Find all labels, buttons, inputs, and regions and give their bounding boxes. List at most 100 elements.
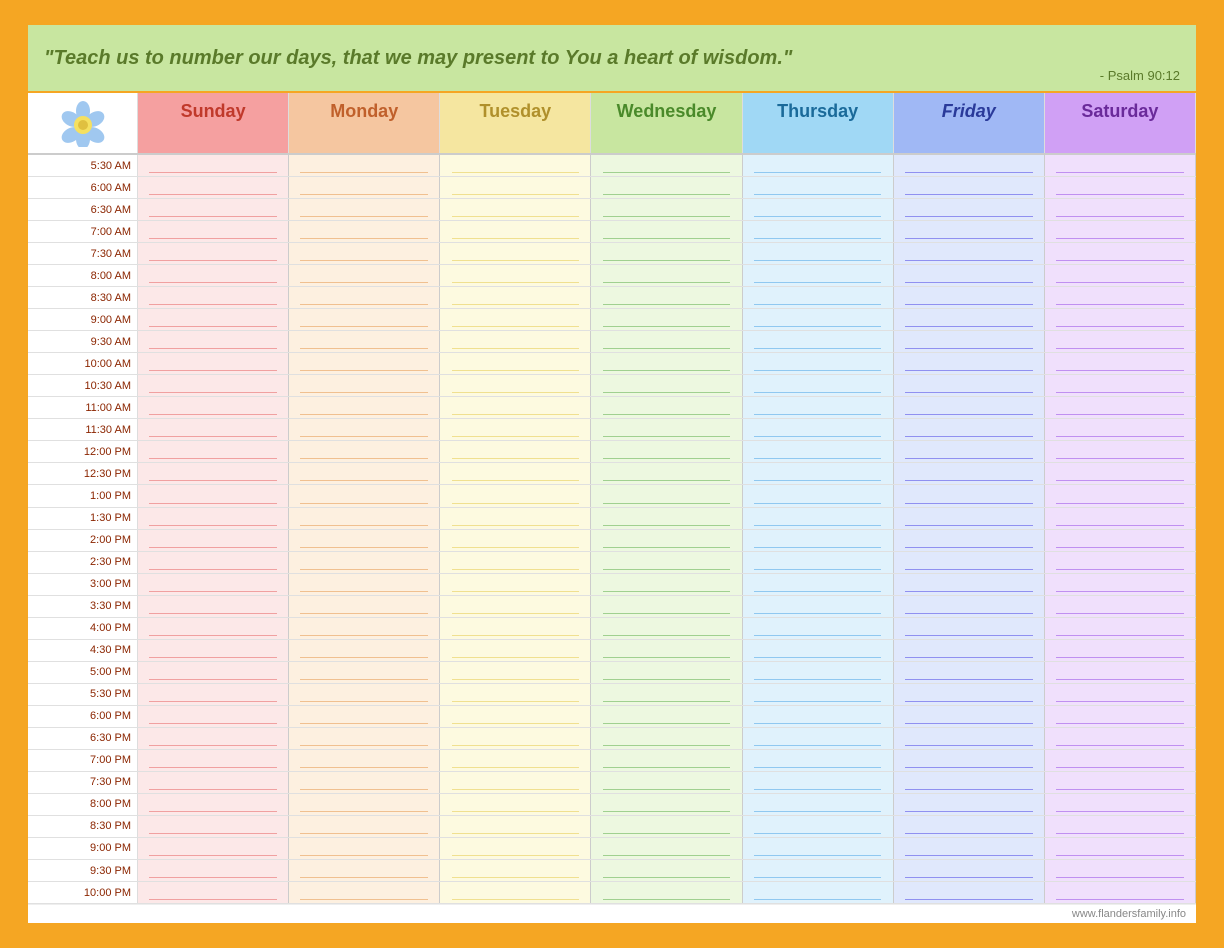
day-cell-saturday[interactable] [1045, 838, 1196, 859]
day-cell-friday[interactable] [894, 882, 1045, 903]
day-cell-wednesday[interactable] [591, 309, 742, 330]
day-cell-monday[interactable] [289, 596, 440, 617]
day-cell-friday[interactable] [894, 684, 1045, 705]
day-cell-friday[interactable] [894, 552, 1045, 573]
day-cell-tuesday[interactable] [440, 574, 591, 595]
day-cell-thursday[interactable] [743, 199, 894, 220]
day-cell-monday[interactable] [289, 485, 440, 506]
day-cell-saturday[interactable] [1045, 662, 1196, 683]
day-cell-tuesday[interactable] [440, 309, 591, 330]
day-cell-monday[interactable] [289, 838, 440, 859]
day-cell-saturday[interactable] [1045, 265, 1196, 286]
day-cell-wednesday[interactable] [591, 728, 742, 749]
day-cell-thursday[interactable] [743, 419, 894, 440]
day-cell-wednesday[interactable] [591, 662, 742, 683]
day-cell-tuesday[interactable] [440, 882, 591, 903]
day-cell-friday[interactable] [894, 309, 1045, 330]
day-cell-tuesday[interactable] [440, 552, 591, 573]
day-cell-monday[interactable] [289, 750, 440, 771]
day-cell-sunday[interactable] [138, 353, 289, 374]
day-cell-saturday[interactable] [1045, 618, 1196, 639]
day-cell-saturday[interactable] [1045, 199, 1196, 220]
day-cell-sunday[interactable] [138, 441, 289, 462]
day-cell-sunday[interactable] [138, 838, 289, 859]
day-cell-tuesday[interactable] [440, 419, 591, 440]
day-cell-monday[interactable] [289, 816, 440, 837]
day-cell-monday[interactable] [289, 574, 440, 595]
day-cell-friday[interactable] [894, 508, 1045, 529]
day-cell-friday[interactable] [894, 596, 1045, 617]
day-cell-monday[interactable] [289, 552, 440, 573]
day-cell-sunday[interactable] [138, 485, 289, 506]
day-cell-friday[interactable] [894, 662, 1045, 683]
day-cell-wednesday[interactable] [591, 375, 742, 396]
day-cell-monday[interactable] [289, 860, 440, 881]
day-cell-monday[interactable] [289, 243, 440, 264]
day-cell-wednesday[interactable] [591, 552, 742, 573]
day-cell-wednesday[interactable] [591, 287, 742, 308]
day-cell-friday[interactable] [894, 750, 1045, 771]
day-cell-wednesday[interactable] [591, 640, 742, 661]
day-cell-friday[interactable] [894, 772, 1045, 793]
day-cell-tuesday[interactable] [440, 463, 591, 484]
day-cell-tuesday[interactable] [440, 375, 591, 396]
day-cell-thursday[interactable] [743, 463, 894, 484]
day-cell-tuesday[interactable] [440, 596, 591, 617]
day-cell-saturday[interactable] [1045, 750, 1196, 771]
day-cell-wednesday[interactable] [591, 441, 742, 462]
day-cell-friday[interactable] [894, 199, 1045, 220]
day-cell-tuesday[interactable] [440, 860, 591, 881]
day-cell-wednesday[interactable] [591, 419, 742, 440]
day-cell-sunday[interactable] [138, 684, 289, 705]
day-cell-friday[interactable] [894, 574, 1045, 595]
day-cell-monday[interactable] [289, 640, 440, 661]
day-cell-saturday[interactable] [1045, 706, 1196, 727]
day-cell-thursday[interactable] [743, 816, 894, 837]
day-cell-friday[interactable] [894, 838, 1045, 859]
day-cell-saturday[interactable] [1045, 640, 1196, 661]
day-cell-tuesday[interactable] [440, 530, 591, 551]
day-cell-tuesday[interactable] [440, 243, 591, 264]
day-cell-saturday[interactable] [1045, 596, 1196, 617]
day-cell-saturday[interactable] [1045, 530, 1196, 551]
day-cell-sunday[interactable] [138, 750, 289, 771]
day-cell-sunday[interactable] [138, 309, 289, 330]
day-cell-monday[interactable] [289, 508, 440, 529]
day-cell-thursday[interactable] [743, 596, 894, 617]
day-cell-friday[interactable] [894, 728, 1045, 749]
day-cell-tuesday[interactable] [440, 441, 591, 462]
day-cell-thursday[interactable] [743, 243, 894, 264]
day-cell-monday[interactable] [289, 728, 440, 749]
day-cell-monday[interactable] [289, 794, 440, 815]
day-cell-thursday[interactable] [743, 530, 894, 551]
day-cell-friday[interactable] [894, 706, 1045, 727]
day-cell-sunday[interactable] [138, 860, 289, 881]
day-cell-monday[interactable] [289, 882, 440, 903]
day-cell-saturday[interactable] [1045, 155, 1196, 176]
day-cell-sunday[interactable] [138, 728, 289, 749]
day-cell-saturday[interactable] [1045, 441, 1196, 462]
day-cell-wednesday[interactable] [591, 331, 742, 352]
day-cell-thursday[interactable] [743, 728, 894, 749]
day-cell-saturday[interactable] [1045, 728, 1196, 749]
day-cell-wednesday[interactable] [591, 530, 742, 551]
day-cell-wednesday[interactable] [591, 397, 742, 418]
day-cell-sunday[interactable] [138, 375, 289, 396]
day-cell-thursday[interactable] [743, 618, 894, 639]
day-cell-wednesday[interactable] [591, 772, 742, 793]
day-cell-thursday[interactable] [743, 353, 894, 374]
day-cell-monday[interactable] [289, 199, 440, 220]
day-cell-wednesday[interactable] [591, 816, 742, 837]
day-cell-saturday[interactable] [1045, 574, 1196, 595]
day-cell-sunday[interactable] [138, 463, 289, 484]
day-cell-saturday[interactable] [1045, 882, 1196, 903]
day-cell-thursday[interactable] [743, 155, 894, 176]
day-cell-tuesday[interactable] [440, 508, 591, 529]
day-cell-sunday[interactable] [138, 155, 289, 176]
day-cell-thursday[interactable] [743, 860, 894, 881]
day-cell-tuesday[interactable] [440, 794, 591, 815]
day-cell-thursday[interactable] [743, 485, 894, 506]
day-cell-sunday[interactable] [138, 199, 289, 220]
day-cell-sunday[interactable] [138, 816, 289, 837]
day-cell-friday[interactable] [894, 441, 1045, 462]
